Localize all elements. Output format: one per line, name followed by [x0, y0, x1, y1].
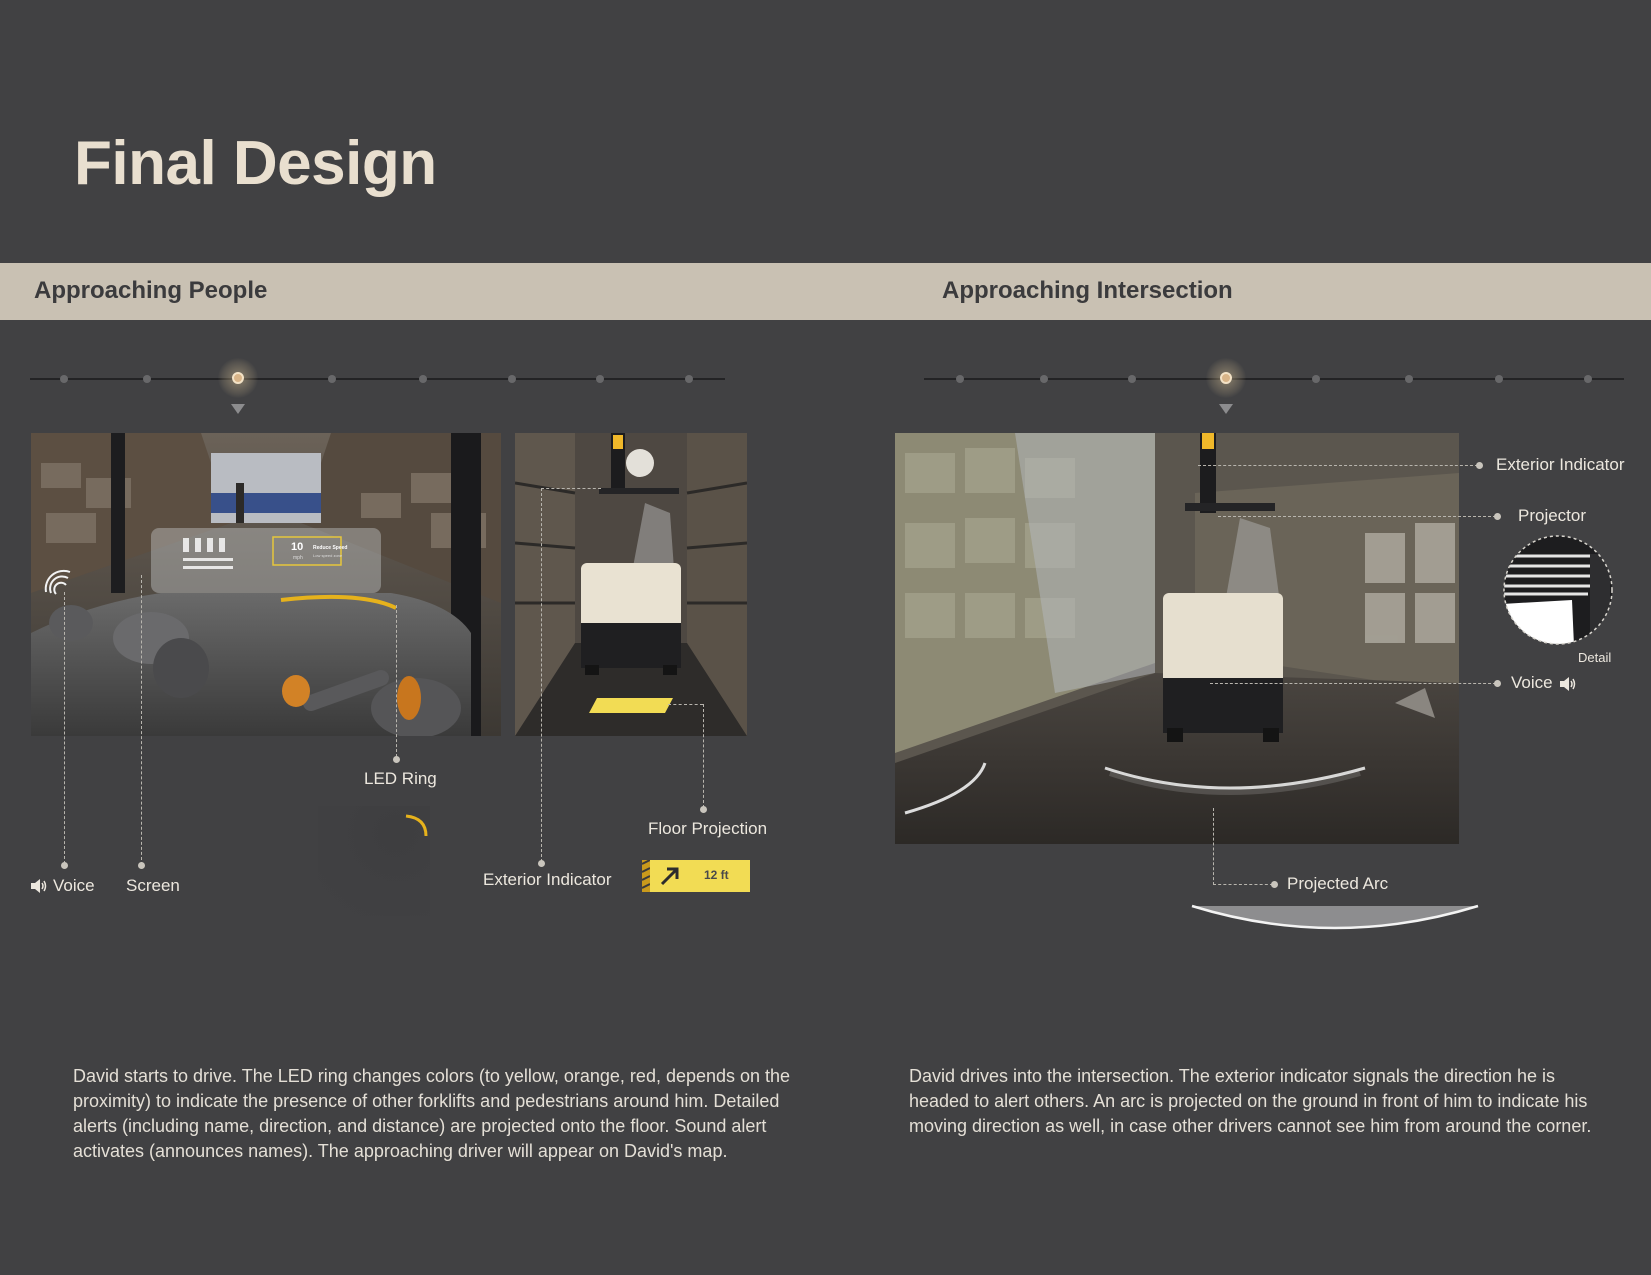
led-ring-detail	[318, 806, 430, 916]
timeline-step[interactable]	[596, 375, 604, 383]
timeline-step[interactable]	[1405, 375, 1413, 383]
timeline-step[interactable]	[1040, 375, 1048, 383]
callout-pin	[393, 756, 400, 763]
callout-line-projected-arc	[1213, 808, 1214, 885]
hud-speed: 10	[291, 541, 304, 553]
timeline-step[interactable]	[143, 375, 151, 383]
timeline-step[interactable]	[685, 375, 693, 383]
callout-line-screen	[141, 575, 142, 865]
hud-alert-title: Reduce Speed	[313, 545, 348, 551]
timeline-step[interactable]	[1495, 375, 1503, 383]
timeline-step[interactable]	[1128, 375, 1136, 383]
callout-line-exterior-indicator	[541, 488, 542, 862]
page-title: Final Design	[74, 129, 437, 198]
callout-pin	[61, 862, 68, 869]
timeline-pointer	[231, 404, 245, 414]
hud-speed-unit: mph	[293, 555, 303, 561]
timeline-active-step[interactable]	[1220, 372, 1232, 384]
callout-line-led-ring	[396, 605, 397, 757]
callout-pin	[538, 860, 545, 867]
callout-line-voice	[64, 592, 65, 864]
label-projector: Projector	[1518, 506, 1587, 525]
callout-line-voice-right	[1210, 683, 1496, 684]
callout-pin	[1494, 680, 1501, 687]
timeline-step[interactable]	[328, 375, 336, 383]
cockpit-photo: 10 mph Reduce Speed Low speed zone	[31, 433, 501, 736]
timeline-active-step[interactable]	[232, 372, 244, 384]
label-detail: Detail	[1578, 650, 1612, 665]
callout-line-projected-arc-h	[1213, 884, 1273, 885]
callout-line-projector	[1218, 516, 1496, 517]
callout-pin	[1476, 462, 1483, 469]
label-voice-right: Voice	[1511, 673, 1553, 692]
hud-alert-sub: Low speed zone	[313, 553, 343, 558]
speaker-icon	[1559, 676, 1577, 697]
caption-left: David starts to drive. The LED ring chan…	[73, 1066, 791, 1161]
forklift-rear-photo	[515, 433, 747, 736]
label-exterior-indicator-right: Exterior Indicator	[1496, 455, 1625, 474]
callout-line-exterior-indicator-h	[541, 488, 601, 489]
floor-projection-badge: 12 ft	[642, 860, 750, 892]
timeline-step[interactable]	[508, 375, 516, 383]
timeline-pointer	[1219, 404, 1233, 414]
label-led-ring: LED Ring	[364, 769, 437, 788]
callout-pin	[1494, 513, 1501, 520]
section-heading-left: Approaching People	[34, 277, 268, 304]
callout-pin	[138, 862, 145, 869]
label-voice: Voice	[53, 876, 95, 895]
label-floor-projection: Floor Projection	[648, 819, 768, 838]
intersection-photo	[895, 433, 1459, 844]
label-projected-arc: Projected Arc	[1287, 874, 1389, 893]
callout-pin	[1271, 881, 1278, 888]
speaker-icon	[30, 878, 48, 899]
timeline-step[interactable]	[1312, 375, 1320, 383]
timeline-step[interactable]	[60, 375, 68, 383]
timeline-step[interactable]	[1584, 375, 1592, 383]
arrow-up-right-icon	[660, 867, 679, 886]
label-screen: Screen	[126, 876, 180, 895]
label-exterior-indicator: Exterior Indicator	[483, 870, 612, 889]
callout-line-floor-projection	[703, 704, 704, 808]
timeline-left	[30, 375, 725, 383]
wireless-signal-icon	[40, 566, 80, 601]
timeline-step[interactable]	[419, 375, 427, 383]
callout-line-exterior-indicator-right	[1198, 465, 1478, 466]
caption-right: David drives into the intersection. The …	[909, 1066, 1592, 1136]
projector-detail	[1502, 534, 1614, 646]
floor-badge-distance: 12 ft	[704, 868, 729, 882]
callout-line-floor-projection-h	[668, 704, 703, 705]
section-heading-right: Approaching Intersection	[942, 277, 1233, 304]
projected-arc-shape	[1190, 900, 1480, 945]
timeline-right	[924, 375, 1624, 383]
timeline-step[interactable]	[956, 375, 964, 383]
callout-pin	[700, 806, 707, 813]
